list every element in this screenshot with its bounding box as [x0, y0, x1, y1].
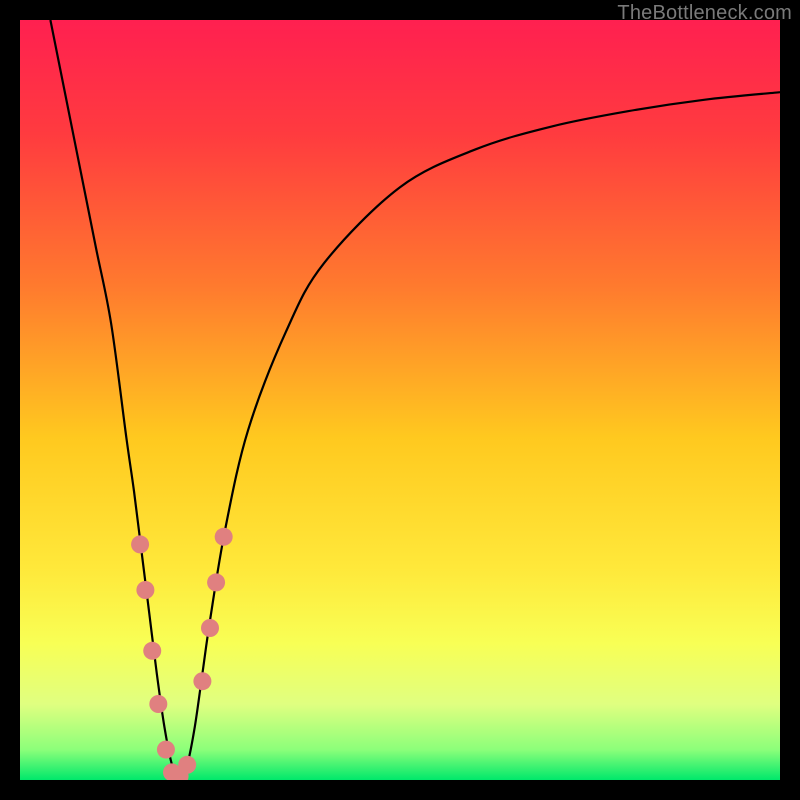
marker-point: [178, 756, 196, 774]
gradient-background: [20, 20, 780, 780]
marker-point: [131, 535, 149, 553]
marker-point: [207, 573, 225, 591]
marker-point: [157, 741, 175, 759]
chart-frame: TheBottleneck.com: [0, 0, 800, 800]
marker-point: [143, 642, 161, 660]
marker-point: [136, 581, 154, 599]
marker-point: [215, 528, 233, 546]
watermark-text: TheBottleneck.com: [617, 2, 792, 25]
marker-point: [201, 619, 219, 637]
marker-point: [149, 695, 167, 713]
bottleneck-chart: [20, 20, 780, 780]
marker-point: [193, 672, 211, 690]
